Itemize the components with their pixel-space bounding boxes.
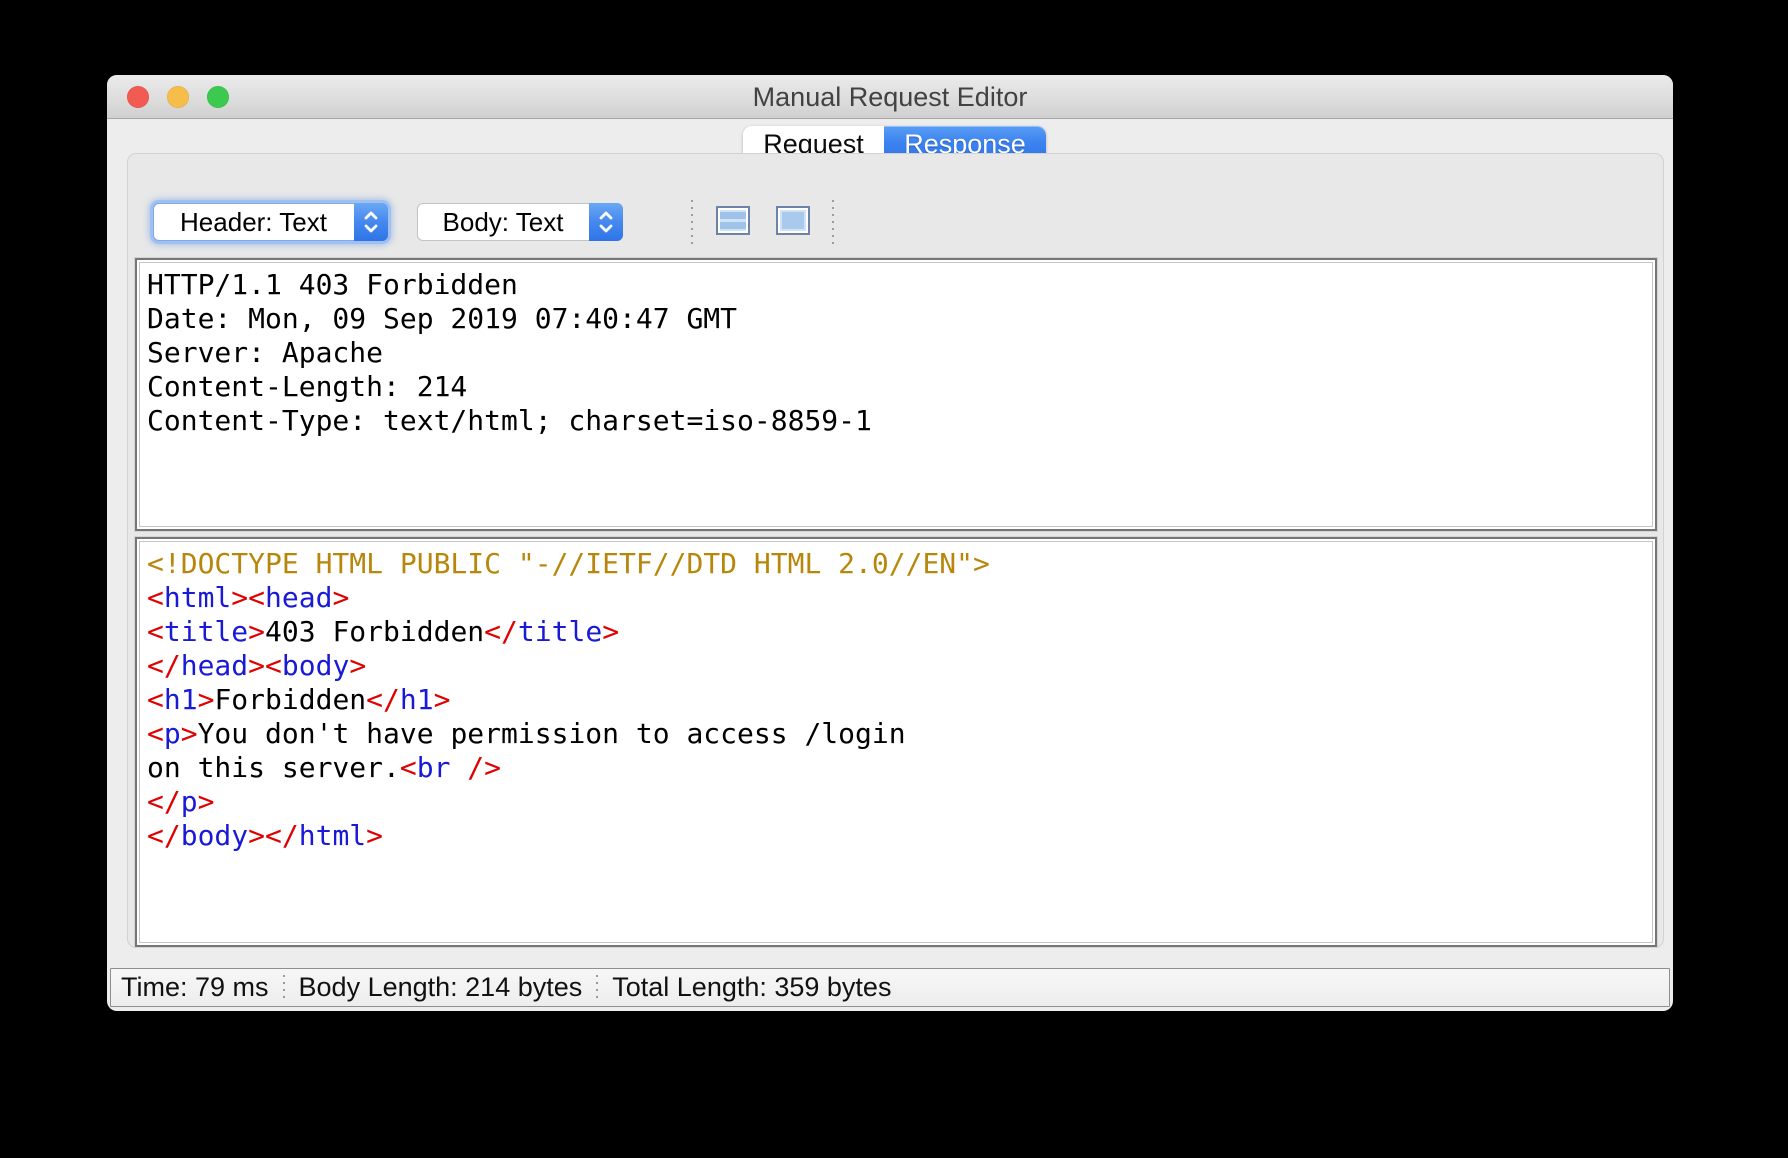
single-view-button[interactable] <box>776 206 810 235</box>
code-token: /> <box>450 751 501 784</box>
code-token: >< <box>231 581 265 614</box>
window-title: Manual Request Editor <box>107 75 1673 118</box>
code-line: Content-Type: text/html; charset=iso-885… <box>147 404 1645 438</box>
code-token: 403 Forbidden <box>265 615 484 648</box>
code-line: Date: Mon, 09 Sep 2019 07:40:47 GMT <box>147 302 1645 336</box>
code-token: ></ <box>248 819 299 852</box>
code-token: </ <box>147 785 181 818</box>
code-token: < <box>147 717 164 750</box>
code-token: > <box>349 649 366 682</box>
code-token: html <box>299 819 366 852</box>
code-token: Content-Length: 214 <box>147 370 467 403</box>
code-token: < <box>400 751 417 784</box>
status-total-length: Total Length: 359 bytes <box>612 972 891 1003</box>
header-format-dropdown[interactable]: Header: Text <box>153 203 388 241</box>
code-token: title <box>518 615 602 648</box>
chevron-up-down-icon <box>354 203 388 241</box>
code-token: <!DOCTYPE HTML PUBLIC "-//IETF//DTD HTML… <box>147 547 990 580</box>
body-format-dropdown[interactable]: Body: Text <box>417 203 623 241</box>
code-token: </ <box>366 683 400 716</box>
code-line: <title>403 Forbidden</title> <box>147 615 1645 649</box>
code-token: > <box>602 615 619 648</box>
code-token: title <box>164 615 248 648</box>
code-token: > <box>366 819 383 852</box>
status-time: Time: 79 ms <box>121 972 269 1003</box>
code-line: Server: Apache <box>147 336 1645 370</box>
status-separator <box>596 975 598 1001</box>
code-line: Content-Length: 214 <box>147 370 1645 404</box>
response-body-editor[interactable]: <!DOCTYPE HTML PUBLIC "-//IETF//DTD HTML… <box>135 537 1657 947</box>
toolbar-separator <box>832 200 834 244</box>
code-token: Date: Mon, 09 Sep 2019 07:40:47 GMT <box>147 302 737 335</box>
status-body-length: Body Length: 214 bytes <box>299 972 583 1003</box>
response-editor-panel: Header: Text Body: Text <box>127 153 1664 948</box>
code-token: >< <box>248 649 282 682</box>
response-headers-editor[interactable]: HTTP/1.1 403 ForbiddenDate: Mon, 09 Sep … <box>135 258 1657 531</box>
code-token: < <box>147 615 164 648</box>
status-separator <box>283 975 285 1001</box>
code-token: body <box>282 649 349 682</box>
code-token: HTTP/1.1 403 Forbidden <box>147 268 518 301</box>
code-line: <html><head> <box>147 581 1645 615</box>
code-token: head <box>265 581 332 614</box>
split-pane-icon <box>720 210 746 231</box>
code-token: body <box>181 819 248 852</box>
code-token: > <box>181 717 198 750</box>
code-token: > <box>434 683 451 716</box>
statusbar: Time: 79 ms Body Length: 214 bytes Total… <box>110 968 1670 1007</box>
code-token: > <box>198 683 215 716</box>
toolbar-separator <box>691 200 693 244</box>
code-token: h1 <box>164 683 198 716</box>
code-line: on this server.<br /> <box>147 751 1645 785</box>
code-token: html <box>164 581 231 614</box>
code-token: p <box>181 785 198 818</box>
code-token: </ <box>147 819 181 852</box>
code-line: <h1>Forbidden</h1> <box>147 683 1645 717</box>
code-token: Forbidden <box>214 683 366 716</box>
header-format-value: Header: Text <box>154 207 387 238</box>
split-view-button[interactable] <box>716 206 750 235</box>
code-line: </p> <box>147 785 1645 819</box>
code-token: > <box>198 785 215 818</box>
code-token: Server: Apache <box>147 336 383 369</box>
code-token: h1 <box>400 683 434 716</box>
code-token: on this server. <box>147 751 400 784</box>
code-line: </body></html> <box>147 819 1645 853</box>
code-token: Content-Type: text/html; charset=iso-885… <box>147 404 872 437</box>
titlebar[interactable]: Manual Request Editor <box>107 75 1673 119</box>
code-token: < <box>147 581 164 614</box>
code-token: head <box>181 649 248 682</box>
code-line: <!DOCTYPE HTML PUBLIC "-//IETF//DTD HTML… <box>147 547 1645 581</box>
code-line: </head><body> <box>147 649 1645 683</box>
code-token: p <box>164 717 181 750</box>
code-line: HTTP/1.1 403 Forbidden <box>147 268 1645 302</box>
single-pane-icon <box>780 210 806 231</box>
code-token: < <box>147 683 164 716</box>
code-token: br <box>417 751 451 784</box>
chevron-up-down-icon <box>589 203 623 241</box>
code-token: > <box>248 615 265 648</box>
code-token: You don't have permission to access /log… <box>198 717 906 750</box>
code-token: </ <box>147 649 181 682</box>
code-line: <p>You don't have permission to access /… <box>147 717 1645 751</box>
code-token: </ <box>484 615 518 648</box>
manual-request-editor-window: Manual Request Editor Request Response H… <box>107 75 1673 1011</box>
code-token: > <box>332 581 349 614</box>
